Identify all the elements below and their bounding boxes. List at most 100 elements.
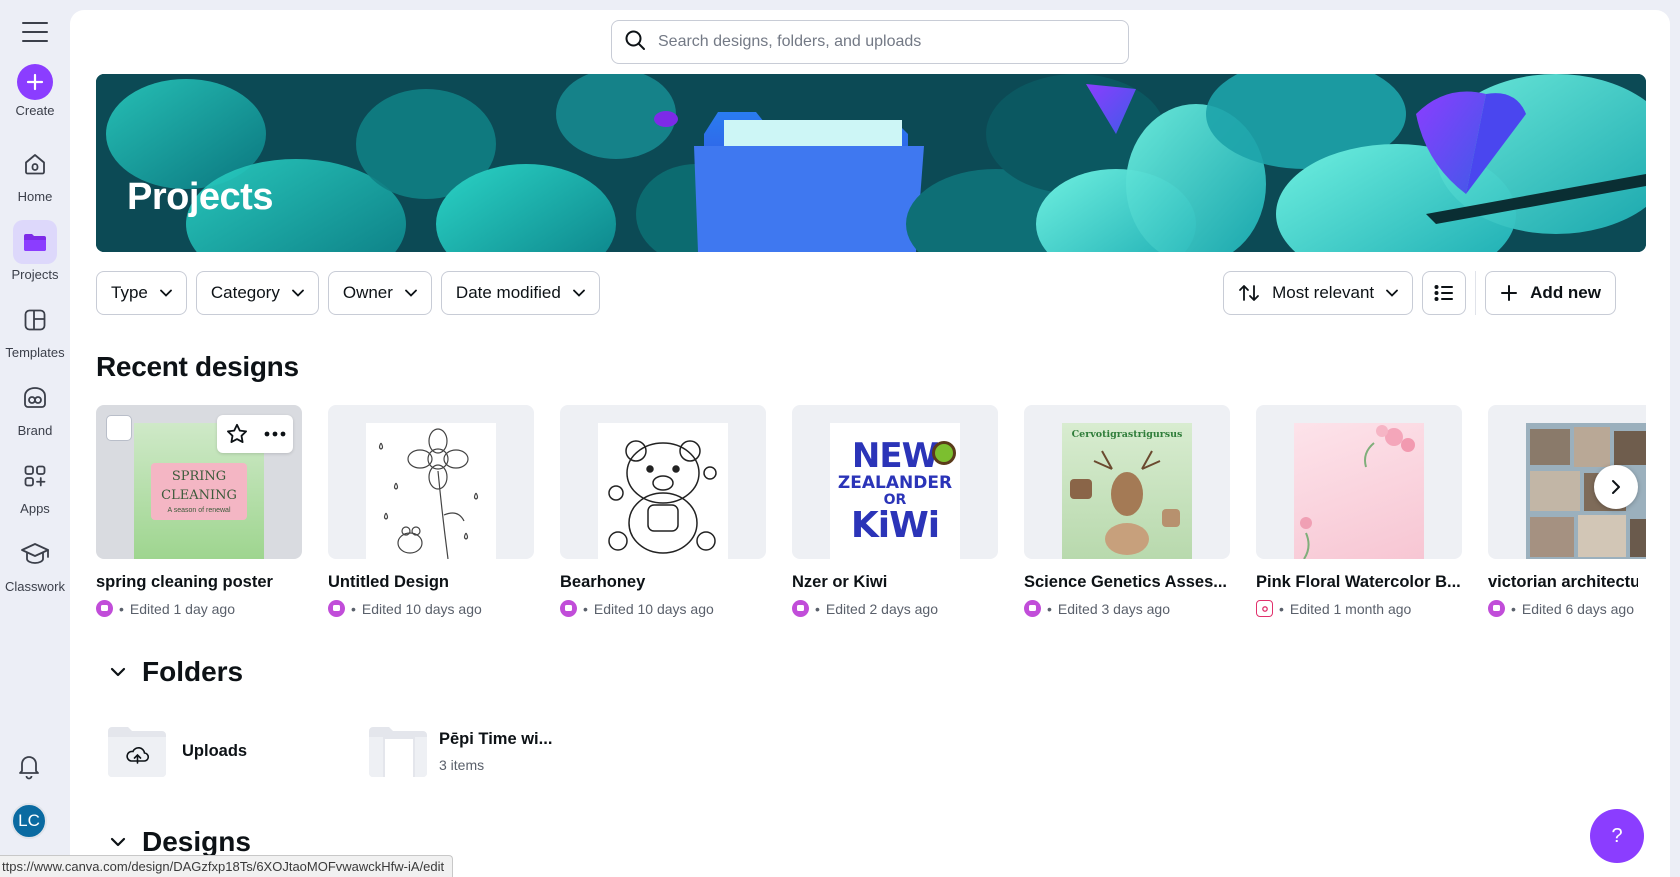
design-title: Bearhoney — [560, 573, 646, 591]
select-checkbox[interactable] — [106, 415, 132, 441]
bullet: • — [1511, 600, 1516, 617]
create-label: Create — [15, 103, 55, 118]
card-action-group — [217, 415, 293, 453]
filter-owner[interactable]: Owner — [327, 271, 432, 315]
projects-label: Projects — [11, 267, 59, 282]
view-tools: Most relevant Add new — [1223, 271, 1616, 315]
poster-line: NEW — [851, 435, 939, 476]
filter-bar: Type Category Owner Date modified — [96, 271, 600, 315]
star-icon[interactable] — [225, 422, 249, 446]
filter-type-label: Type — [111, 283, 148, 302]
design-thumbnail — [560, 405, 766, 559]
edited-time: Edited 3 days ago — [1057, 600, 1170, 617]
design-title: Untitled Design — [328, 573, 450, 591]
folders-heading: Folders — [142, 656, 244, 687]
add-new-button[interactable]: Add new — [1485, 271, 1616, 315]
poster-title-block: SPRING CLEANING A season of renewal — [151, 462, 247, 520]
sidebar-item-projects[interactable]: Projects — [0, 220, 70, 282]
bullet: • — [1047, 600, 1052, 617]
folder-text: Pēpi Time wi... 3 items — [439, 730, 552, 773]
genetics-preview: Cervotigrastrigursus — [1062, 423, 1192, 559]
bullet: • — [351, 600, 356, 617]
banner-illustration — [96, 74, 1646, 252]
edited-time: Edited 1 month ago — [1289, 600, 1412, 617]
filter-owner-label: Owner — [342, 283, 393, 302]
design-card[interactable]: NEW ZEALANDER OR KiWi Nzer or Kiwi • Edi… — [792, 405, 998, 617]
folder-item-uploads[interactable]: Uploads — [106, 723, 247, 779]
page-title: Projects — [127, 176, 273, 218]
coloring-page-preview — [366, 423, 496, 559]
avatar[interactable]: LC — [11, 803, 47, 839]
design-meta: • Edited 1 day ago — [96, 600, 302, 617]
design-card[interactable]: Cervotigrastrigursus Science Genetics As… — [1024, 405, 1230, 617]
filter-type[interactable]: Type — [96, 271, 187, 315]
bell-icon[interactable] — [16, 752, 42, 785]
chevron-down-icon — [291, 289, 304, 297]
chevron-down-icon — [159, 289, 172, 297]
sort-icon — [1239, 285, 1260, 301]
design-title: Nzer or Kiwi — [792, 573, 888, 591]
recent-designs-carousel: SPRING CLEANING A season of renewal spri… — [96, 405, 1646, 625]
design-title: Science Genetics Asses... — [1024, 573, 1228, 591]
more-options-icon[interactable] — [264, 431, 286, 437]
floral-preview — [1294, 423, 1424, 559]
design-title: victorian architectu — [1488, 573, 1638, 591]
recent-designs-heading: Recent designs — [96, 351, 299, 382]
design-card[interactable]: SPRING CLEANING A season of renewal spri… — [96, 405, 302, 617]
edited-time: Edited 10 days ago — [593, 600, 714, 617]
list-view-button[interactable] — [1422, 271, 1467, 315]
design-card[interactable]: Bearhoney • Edited 10 days ago — [560, 405, 766, 617]
sidebar-item-classwork[interactable]: Classwork — [0, 532, 70, 594]
create-button[interactable]: Create — [0, 64, 70, 118]
design-thumbnail: Cervotigrastrigursus — [1024, 405, 1230, 559]
list-view-icon — [1434, 285, 1454, 301]
folder-icon — [13, 220, 57, 264]
poster-line: SPRING — [171, 468, 227, 484]
filter-date-modified[interactable]: Date modified — [440, 271, 600, 315]
design-thumbnail — [1256, 405, 1462, 559]
design-card[interactable]: Untitled Design • Edited 10 days ago — [328, 405, 534, 617]
search-bar[interactable] — [611, 20, 1129, 64]
left-rail: Create Home Projects Templates Brand App… — [0, 0, 70, 877]
bullet: • — [119, 600, 124, 617]
sidebar-item-brand[interactable]: Brand — [0, 376, 70, 438]
home-label: Home — [17, 189, 53, 204]
help-button[interactable]: ? — [1590, 809, 1644, 863]
instagram-icon — [1256, 600, 1273, 617]
classwork-badge-icon — [1488, 600, 1505, 617]
designs-section-toggle[interactable]: Designs — [110, 826, 251, 858]
poster-line: CLEANING — [161, 487, 237, 503]
chevron-down-icon — [110, 837, 126, 847]
folder-icon — [367, 723, 429, 779]
sidebar-item-apps[interactable]: Apps — [0, 454, 70, 516]
classwork-badge-icon — [1024, 600, 1041, 617]
sidebar-item-templates[interactable]: Templates — [0, 298, 70, 360]
design-meta: • Edited 10 days ago — [560, 600, 766, 617]
design-card[interactable]: victorian architectu • Edited 6 days ago — [1488, 405, 1646, 617]
kiwi-fruit-icon — [932, 441, 956, 465]
folders-section-toggle[interactable]: Folders — [110, 656, 243, 688]
search-input[interactable] — [658, 33, 1098, 51]
folder-name: Pēpi Time wi... — [439, 729, 553, 748]
classwork-label: Classwork — [5, 579, 65, 594]
design-meta: • Edited 1 month ago — [1256, 600, 1462, 617]
chevron-down-icon — [405, 289, 417, 297]
sort-dropdown[interactable]: Most relevant — [1223, 271, 1414, 315]
classwork-badge-icon — [792, 600, 809, 617]
home-icon — [13, 142, 57, 186]
design-meta: • Edited 2 days ago — [792, 600, 998, 617]
design-card[interactable]: Pink Floral Watercolor B... • Edited 1 m… — [1256, 405, 1462, 617]
menu-icon[interactable] — [22, 22, 48, 42]
filter-category[interactable]: Category — [195, 271, 319, 315]
edited-time: Edited 2 days ago — [825, 600, 938, 617]
design-title: spring cleaning poster — [96, 573, 273, 591]
sidebar-item-home[interactable]: Home — [0, 142, 70, 204]
classwork-badge-icon — [560, 600, 577, 617]
apps-label: Apps — [20, 501, 50, 516]
folder-name: Uploads — [182, 741, 248, 760]
folder-item-pepi-time[interactable]: Pēpi Time wi... 3 items — [367, 723, 552, 779]
classwork-badge-icon — [96, 600, 113, 617]
carousel-next-button[interactable] — [1594, 465, 1638, 509]
design-thumbnail — [328, 405, 534, 559]
edited-time: Edited 1 day ago — [129, 600, 235, 617]
